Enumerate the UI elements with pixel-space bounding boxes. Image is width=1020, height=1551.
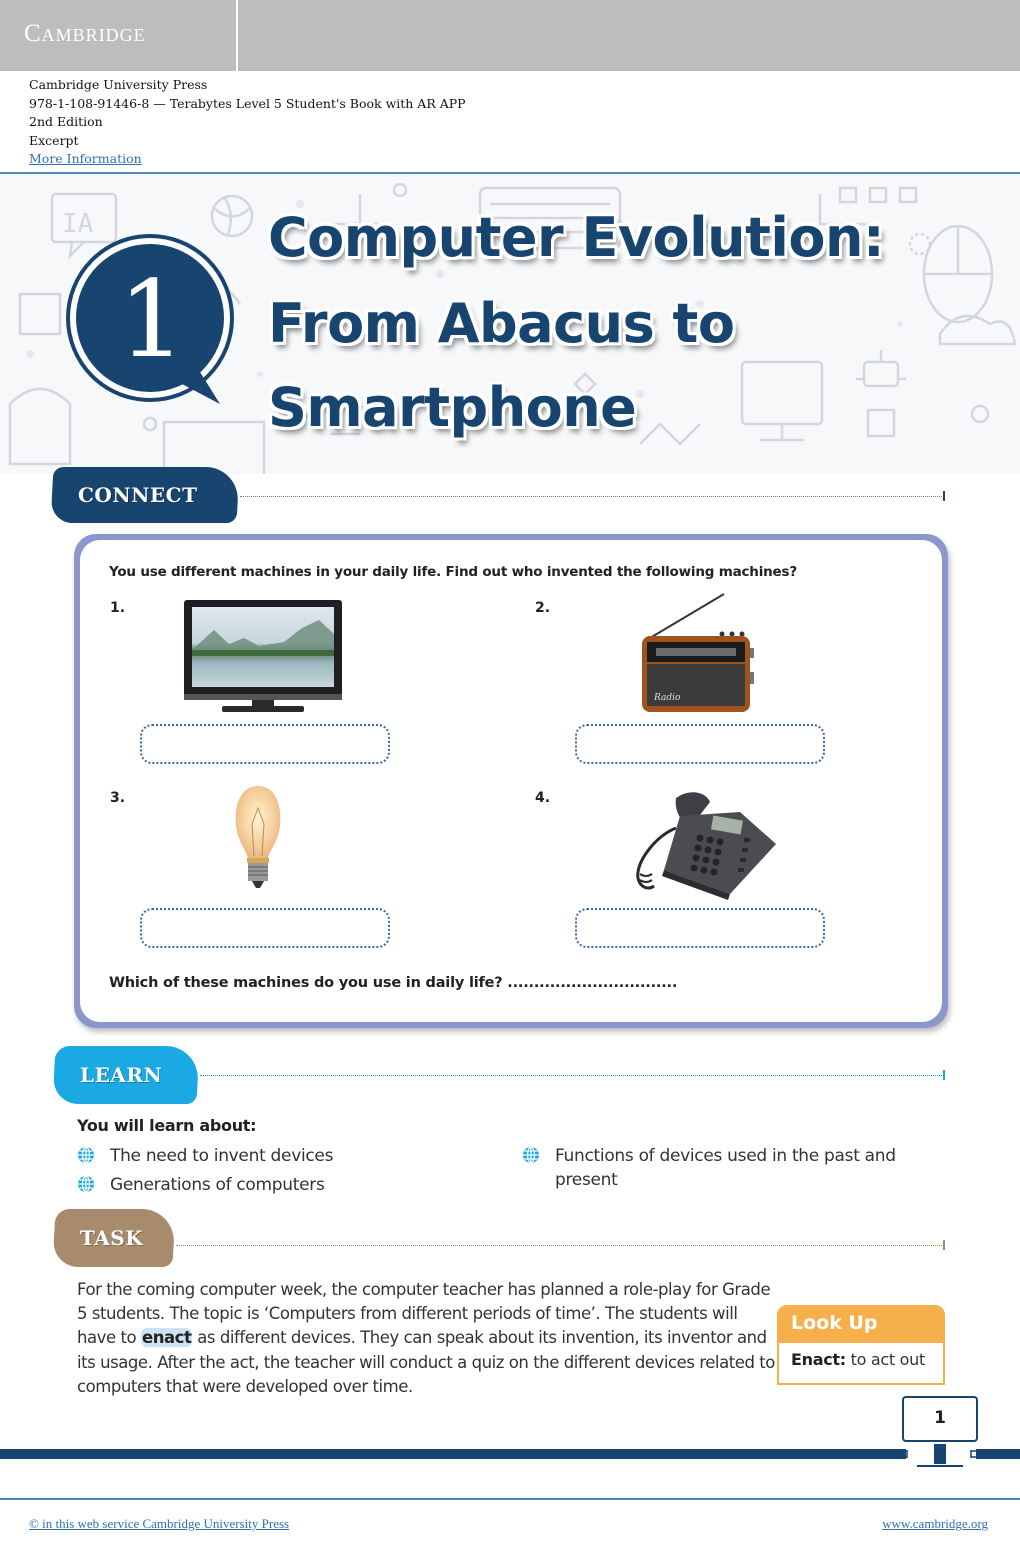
task-paragraph: For the coming computer week, the comput…: [77, 1278, 777, 1399]
learn-item: Generations of computers: [77, 1173, 325, 1197]
svg-text:Radio: Radio: [653, 693, 681, 703]
chapter-title-line-1: Computer Evolution:: [268, 206, 885, 269]
task-rule-end: [943, 1240, 945, 1250]
look-up-meaning: to act out: [845, 1350, 926, 1369]
cambridge-banner: Cambridge: [0, 0, 1020, 71]
look-up-term: Enact:: [791, 1350, 846, 1369]
item-2-number: 2.: [535, 600, 551, 616]
footer-rule: [0, 1498, 1020, 1500]
connect-question: You use different machines in your daily…: [109, 564, 797, 580]
connect-label: CONNECT: [78, 483, 198, 507]
look-up-definition: Enact: to act out: [779, 1343, 943, 1369]
page-footer-bar: [0, 1449, 1020, 1459]
connect-dotted-rule: [240, 496, 944, 497]
cambridge-logo: Cambridge: [24, 20, 146, 47]
answer-box-1[interactable]: [140, 724, 390, 764]
book-metadata: Cambridge University Press 978-1-108-914…: [29, 76, 466, 169]
chapter-title-line-2: From Abacus to: [268, 292, 735, 355]
globe-icon: [78, 1175, 94, 1193]
radio-image: Radio: [642, 593, 754, 712]
learn-dotted-rule: [200, 1075, 944, 1076]
cambridge-site-link[interactable]: www.cambridge.org: [882, 1516, 988, 1532]
publisher: Cambridge University Press: [29, 77, 208, 92]
learn-label: LEARN: [80, 1063, 163, 1087]
banner-divider: [236, 0, 238, 71]
item-1-number: 1.: [110, 600, 126, 616]
learn-item-text: Generations of computers: [110, 1175, 325, 1195]
chapter-title-line-3: Smartphone: [268, 376, 637, 439]
learn-item: Functions of devices used in the past an…: [522, 1144, 902, 1192]
learn-item-text: The need to invent devices: [110, 1146, 334, 1166]
answer-box-2[interactable]: [575, 724, 825, 764]
globe-icon: [523, 1146, 539, 1164]
task-section-tab: TASK: [52, 1209, 176, 1267]
learn-heading: You will learn about:: [77, 1116, 257, 1135]
item-3-number: 3.: [110, 790, 126, 806]
look-up-box: Look Up Enact: to act out: [777, 1305, 945, 1385]
highlighted-term-enact[interactable]: enact: [140, 1328, 193, 1348]
daily-use-question: Which of these machines do you use in da…: [109, 975, 678, 991]
excerpt-label: Excerpt: [29, 132, 79, 148]
answer-box-3[interactable]: [140, 908, 390, 948]
task-dotted-rule: [176, 1245, 944, 1246]
learn-section-tab: LEARN: [52, 1046, 200, 1104]
task-label: TASK: [80, 1226, 144, 1250]
look-up-title: Look Up: [779, 1307, 943, 1343]
isbn-title: 978-1-108-91446-8 — Terabytes Level 5 St…: [29, 95, 466, 111]
learn-item: The need to invent devices: [77, 1144, 333, 1168]
monitor-base-icon: [917, 1465, 963, 1467]
plug-right-icon: [970, 1450, 978, 1458]
page-number: 1: [902, 1396, 978, 1442]
item-4-number: 4.: [535, 790, 551, 806]
telephone-image: [636, 792, 776, 900]
television-image: [184, 600, 342, 712]
light-bulb-image: [235, 786, 281, 888]
more-information-link[interactable]: More Information: [29, 150, 466, 169]
learn-item-text: Functions of devices used in the past an…: [555, 1146, 896, 1190]
chapter-number: 1: [118, 258, 186, 381]
monitor-stand-icon: [934, 1444, 946, 1464]
edition: 2nd Edition: [29, 114, 103, 129]
plug-left-icon: [900, 1450, 908, 1458]
answer-box-4[interactable]: [575, 908, 825, 948]
copyright-link[interactable]: © in this web service Cambridge Universi…: [29, 1516, 289, 1532]
connect-rule-end: [943, 491, 945, 501]
globe-icon: [78, 1146, 94, 1164]
learn-rule-end: [943, 1070, 945, 1080]
connect-section-tab: CONNECT: [50, 467, 240, 523]
